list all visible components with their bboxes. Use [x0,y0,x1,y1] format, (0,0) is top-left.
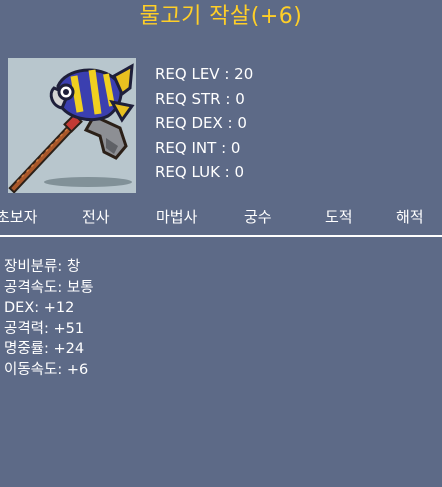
item-image-frame [8,58,136,193]
job-archer: 궁수 [244,208,272,226]
stat-dex: DEX: +12 [4,300,75,316]
stat-accuracy: 명중률: +24 [4,341,85,357]
stat-move-speed: 이동속도: +6 [4,361,89,378]
item-name: 물고기 작살(+6) [139,4,303,29]
fish-harpoon-icon [8,63,135,193]
stat-equip-type: 장비분류: 창 [4,259,81,275]
req-str: REQ STR : 0 [155,89,245,108]
job-beginner: 초보자 [0,208,38,226]
req-luk: REQ LUK : 0 [155,163,245,181]
stats-list: 장비분류: 창 공격속도: 보통 DEX: +12 공격력: +51 명중률: … [4,257,94,380]
item-tooltip: 물고기 작살(+6) REQ LEV: 20 REQ STR: 0 REQ … [0,0,442,487]
job-magician: 마법사 [156,208,198,226]
stat-attack: 공격력: +51 [4,320,85,337]
req-level: REQ LEV : 20 [155,65,254,83]
stat-attack-speed: 공격속도: 보통 [4,279,94,296]
job-pirate: 해적 [396,208,424,226]
req-dex: REQ DEX : 0 [155,114,247,132]
req-int: REQ INT : 0 [155,138,241,157]
job-warrior: 전사 [82,208,110,226]
requirements-list: REQ LEV : 20 REQ STR : 0 REQ DEX : 0 REQ… [155,62,253,185]
job-list: 초보자 전사 마법사 궁수 도적 해적 [0,204,442,234]
job-thief: 도적 [325,208,353,226]
divider [0,235,442,237]
